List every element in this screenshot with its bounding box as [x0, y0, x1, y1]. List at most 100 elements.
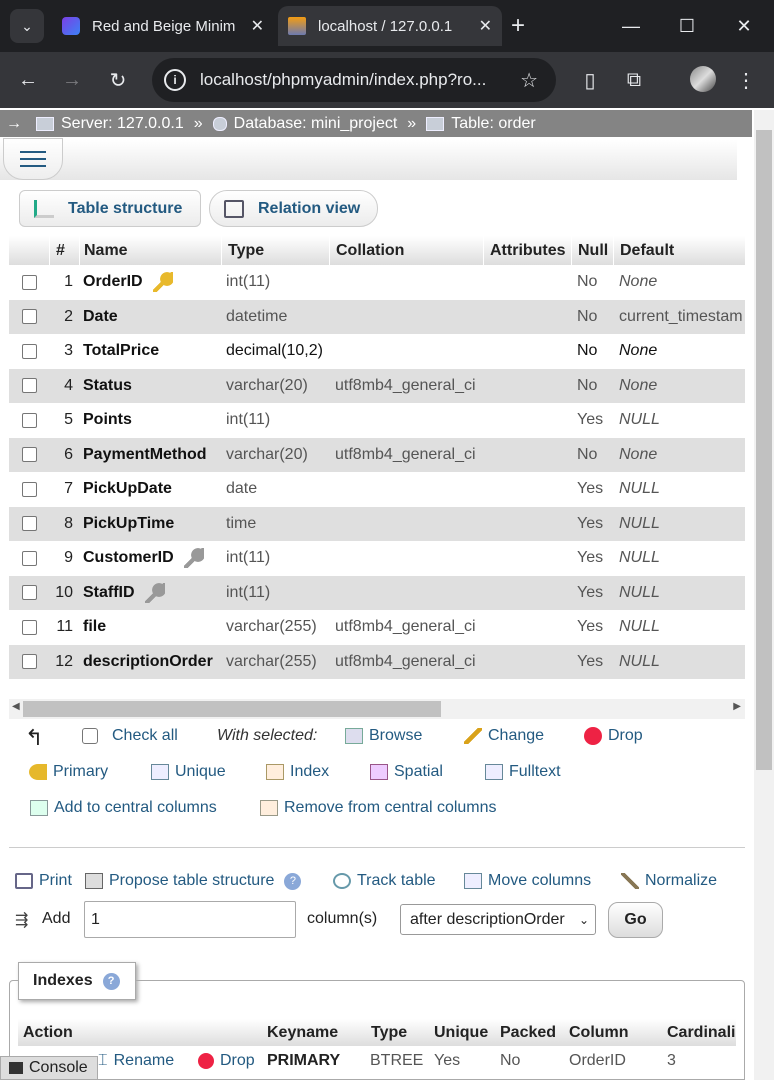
url-text[interactable]: localhost/phpmyadmin/index.php?ro...	[200, 70, 520, 90]
breadcrumb-server-label[interactable]: Server: 127.0.0.1	[61, 115, 184, 133]
change-label[interactable]: Change	[488, 727, 544, 745]
add-central-label[interactable]: Add to central columns	[54, 799, 217, 817]
forward-arrow-icon[interactable]: →	[58, 66, 86, 94]
normalize-button[interactable]: Normalize	[621, 872, 717, 890]
page-scrollbar[interactable]	[754, 110, 774, 1080]
row-checkbox[interactable]	[21, 309, 37, 325]
help-icon[interactable]: ?	[284, 872, 302, 890]
row-checkbox[interactable]	[21, 378, 37, 394]
browser-tab-phpmyadmin[interactable]: localhost / 127.0.0.1 ✕	[278, 6, 502, 46]
move-columns-button[interactable]: Move columns	[464, 872, 591, 890]
remove-central-label[interactable]: Remove from central columns	[284, 799, 497, 817]
table-structure-tab[interactable]: Table structure	[19, 190, 201, 227]
position-selected-value[interactable]: after descriptionOrder	[410, 911, 565, 929]
breadcrumb-database-label[interactable]: Database: mini_project	[234, 115, 398, 133]
relation-view-tab[interactable]: Relation view	[209, 190, 378, 227]
move-columns-label[interactable]: Move columns	[488, 872, 591, 890]
table-horizontal-scrollbar[interactable]: ◀ ▶	[9, 699, 745, 719]
row-checkbox[interactable]	[21, 481, 37, 497]
row-checkbox[interactable]	[21, 585, 37, 601]
page-scrollbar-thumb[interactable]	[756, 130, 772, 770]
row-checkbox[interactable]	[21, 412, 37, 428]
row-checkbox[interactable]	[21, 274, 37, 290]
unique-button[interactable]: Unique	[151, 763, 226, 781]
header-collation[interactable]: Collation	[329, 236, 483, 265]
row-checkbox[interactable]	[21, 654, 37, 670]
browser-menu-icon[interactable]: ⋮	[732, 66, 760, 94]
header-name[interactable]: Name	[79, 236, 221, 265]
browse-label[interactable]: Browse	[369, 727, 422, 745]
console-toggle[interactable]: Console	[0, 1056, 98, 1080]
clipboard-icon[interactable]: ▯	[576, 66, 604, 94]
print-button[interactable]: Print	[15, 872, 72, 890]
primary-button[interactable]: Primary	[29, 763, 108, 781]
primary-label[interactable]: Primary	[53, 763, 108, 781]
minimize-button[interactable]: —	[616, 12, 646, 40]
close-window-button[interactable]: ✕	[729, 12, 759, 40]
add-column-position-select[interactable]: after descriptionOrder ⌄	[400, 904, 596, 935]
console-label[interactable]: Console	[29, 1059, 88, 1077]
cell-default-wrap: None	[613, 265, 745, 300]
index-button[interactable]: Index	[266, 763, 329, 781]
check-all[interactable]: Check all	[82, 727, 178, 745]
scroll-left-icon[interactable]: ◀	[12, 701, 20, 712]
add-column-count-input[interactable]: 1	[84, 901, 296, 938]
track-label[interactable]: Track table	[357, 872, 436, 890]
horizontal-scrollbar-thumb[interactable]	[23, 701, 441, 717]
hamburger-menu-button[interactable]	[3, 138, 63, 180]
propose-label[interactable]: Propose table structure	[109, 872, 274, 890]
row-checkbox[interactable]	[21, 619, 37, 635]
row-checkbox[interactable]	[21, 550, 37, 566]
collapse-arrow-icon[interactable]: →	[0, 115, 28, 133]
reload-icon[interactable]: ↻	[104, 66, 132, 94]
row-checkbox[interactable]	[21, 447, 37, 463]
browser-tab-canva[interactable]: Red and Beige Minim ✕	[52, 6, 274, 46]
index-label[interactable]: Index	[290, 763, 329, 781]
browse-button[interactable]: Browse	[345, 727, 422, 745]
site-info-icon[interactable]: i	[164, 69, 186, 91]
drop-label[interactable]: Drop	[608, 727, 643, 745]
header-null[interactable]: Null	[571, 236, 613, 265]
breadcrumb-table-label[interactable]: Table: order	[451, 115, 536, 133]
check-all-label[interactable]: Check all	[112, 727, 178, 745]
fulltext-label[interactable]: Fulltext	[509, 763, 561, 781]
fulltext-button[interactable]: Fulltext	[485, 763, 561, 781]
scroll-right-icon[interactable]: ▶	[733, 701, 741, 712]
unique-label[interactable]: Unique	[175, 763, 226, 781]
spatial-button[interactable]: Spatial	[370, 763, 443, 781]
profile-avatar[interactable]	[690, 66, 716, 92]
header-default[interactable]: Default	[613, 236, 745, 265]
row-checkbox[interactable]	[21, 343, 37, 359]
change-button[interactable]: Change	[464, 727, 544, 745]
normalize-label[interactable]: Normalize	[645, 872, 717, 890]
bookmark-star-icon[interactable]: ☆	[520, 68, 538, 93]
extensions-icon[interactable]: ⧉	[620, 66, 648, 94]
back-arrow-icon[interactable]: ←	[14, 66, 42, 94]
close-tab-icon[interactable]: ✕	[479, 16, 492, 36]
index-drop-button[interactable]: Drop	[198, 1046, 255, 1076]
propose-structure-button[interactable]: Propose table structure?	[85, 872, 302, 890]
row-checkbox[interactable]	[21, 516, 37, 532]
breadcrumb-table[interactable]: Table: order	[426, 115, 536, 133]
help-icon[interactable]: ?	[102, 972, 120, 990]
go-button[interactable]: Go	[608, 902, 663, 938]
close-tab-icon[interactable]: ✕	[251, 16, 264, 36]
check-all-checkbox[interactable]	[82, 728, 98, 744]
index-rename-button[interactable]: ⌶ Rename	[98, 1046, 174, 1076]
maximize-button[interactable]: ☐	[672, 12, 702, 40]
breadcrumb-server[interactable]: Server: 127.0.0.1	[36, 115, 184, 133]
breadcrumb-database[interactable]: Database: mini_project	[212, 115, 398, 133]
drop-button[interactable]: Drop	[584, 727, 643, 745]
track-table-button[interactable]: Track table	[333, 872, 436, 890]
remove-central-columns-button[interactable]: Remove from central columns	[260, 799, 497, 817]
new-tab-button[interactable]: +	[506, 12, 530, 40]
spatial-label[interactable]: Spatial	[394, 763, 443, 781]
add-central-columns-button[interactable]: Add to central columns	[30, 799, 217, 817]
print-label[interactable]: Print	[39, 872, 72, 890]
drop-label[interactable]: Drop	[220, 1052, 255, 1070]
rename-label[interactable]: Rename	[114, 1052, 174, 1070]
tab-search-dropdown[interactable]: ⌄	[10, 9, 44, 43]
header-attributes[interactable]: Attributes	[483, 236, 571, 265]
header-type[interactable]: Type	[221, 236, 329, 265]
address-bar[interactable]: i localhost/phpmyadmin/index.php?ro... ☆	[152, 58, 556, 102]
